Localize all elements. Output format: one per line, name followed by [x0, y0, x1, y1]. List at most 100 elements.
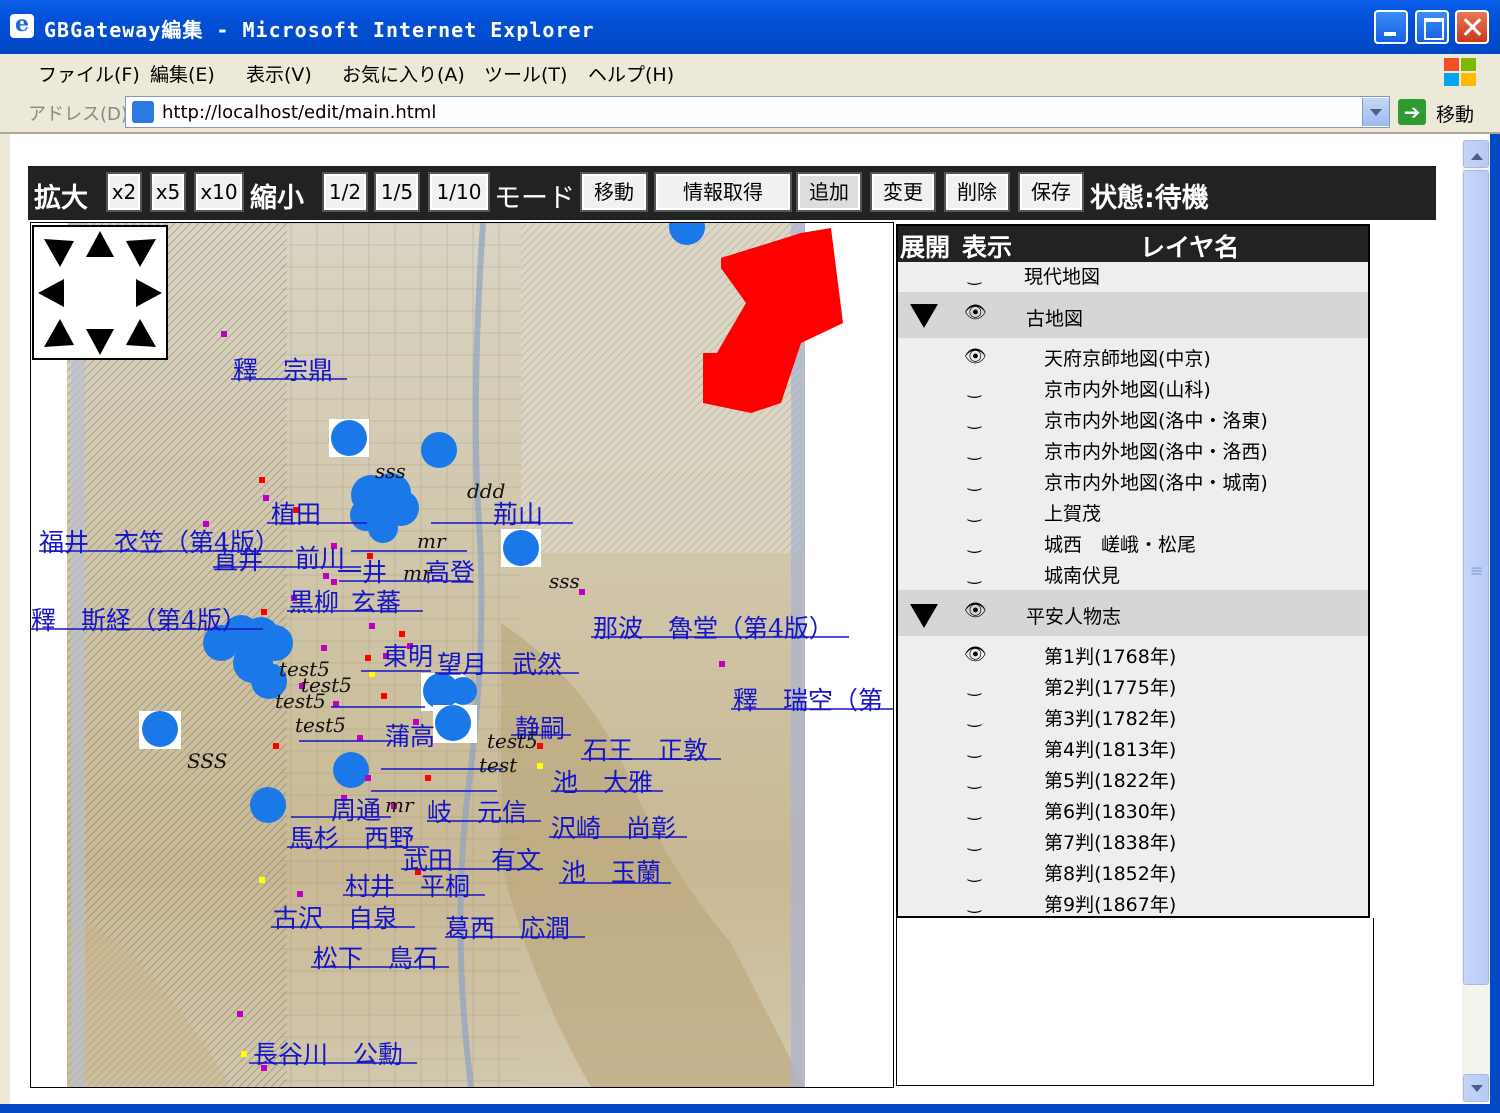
- menu-favorites[interactable]: お気に入り(A): [342, 60, 465, 87]
- layer-group-row[interactable]: 👁 古地図: [898, 292, 1368, 338]
- hidden-icon[interactable]: ‿: [968, 801, 981, 820]
- pan-up-right-button[interactable]: [126, 239, 156, 267]
- scroll-thumb[interactable]: [1463, 170, 1489, 985]
- layer-row[interactable]: ‿ 第8判(1852年): [898, 859, 1368, 887]
- pan-down-left-button[interactable]: [44, 319, 74, 347]
- mode-move-button[interactable]: 移動: [580, 172, 648, 212]
- hidden-icon[interactable]: ‿: [968, 863, 981, 882]
- hidden-icon[interactable]: ‿: [968, 266, 981, 285]
- hidden-icon[interactable]: ‿: [968, 503, 981, 522]
- col-expand-label: 展開: [900, 233, 951, 262]
- menu-help[interactable]: ヘルプ(H): [588, 60, 674, 87]
- layer-name: 上賀茂: [1044, 503, 1102, 525]
- layer-row[interactable]: ‿ 第9判(1867年): [898, 890, 1368, 916]
- map-annotation: sss: [549, 569, 580, 593]
- mode-info-button[interactable]: 情報取得: [654, 172, 792, 212]
- vertical-scrollbar[interactable]: [1462, 140, 1490, 1102]
- layer-name: 第5判(1822年): [1044, 770, 1177, 792]
- pan-up-button[interactable]: [86, 231, 114, 257]
- layer-name: 現代地図: [1024, 266, 1101, 288]
- scroll-up-button[interactable]: [1463, 140, 1489, 168]
- address-dropdown-button[interactable]: [1362, 98, 1389, 126]
- map-annotation: test5: [275, 689, 326, 713]
- zoom-tenth-button[interactable]: 1/10: [428, 172, 490, 212]
- mode-add-button[interactable]: 追加: [796, 172, 862, 212]
- pan-down-right-button[interactable]: [126, 319, 156, 347]
- hidden-icon[interactable]: ‿: [968, 770, 981, 789]
- windows-logo-icon: [1440, 54, 1480, 92]
- layer-row[interactable]: ‿ 城西 嵯峨・松尾: [898, 530, 1368, 558]
- collapse-triangle-icon[interactable]: [910, 304, 938, 328]
- hidden-icon[interactable]: ‿: [968, 677, 981, 696]
- collapse-triangle-icon[interactable]: [910, 604, 938, 628]
- menu-edit[interactable]: 編集(E): [150, 60, 215, 87]
- close-button[interactable]: [1455, 10, 1489, 44]
- hidden-icon[interactable]: ‿: [968, 708, 981, 727]
- layer-row[interactable]: ‿ 第6判(1830年): [898, 797, 1368, 825]
- layer-group-row[interactable]: 👁 平安人物志: [898, 590, 1368, 636]
- layer-row[interactable]: ‿ 第3判(1782年): [898, 704, 1368, 732]
- map-annotation: ddd: [467, 479, 506, 503]
- save-button[interactable]: 保存: [1018, 172, 1084, 212]
- layer-name: 京市内外地図(洛中・洛東): [1044, 410, 1268, 432]
- layer-name: 第1判(1768年): [1044, 646, 1177, 668]
- zoom-half-button[interactable]: 1/2: [322, 172, 368, 212]
- layer-row[interactable]: ‿ 京市内外地図(洛中・洛東): [898, 406, 1368, 434]
- layer-row[interactable]: 👁 天府京師地図(中京): [898, 344, 1368, 372]
- window-border-bottom: [0, 1104, 1500, 1113]
- layer-row[interactable]: ‿ 第2判(1775年): [898, 673, 1368, 701]
- address-url[interactable]: http://localhost/edit/main.html: [162, 102, 436, 123]
- mode-edit-button[interactable]: 変更: [870, 172, 936, 212]
- layer-row[interactable]: ‿ 第7判(1838年): [898, 828, 1368, 856]
- layer-name: 第4判(1813年): [1044, 739, 1177, 761]
- layer-row[interactable]: ‿ 京市内外地図(山科): [898, 375, 1368, 403]
- hidden-icon[interactable]: ‿: [968, 894, 981, 913]
- hidden-icon[interactable]: ‿: [968, 534, 981, 553]
- pan-up-left-button[interactable]: [44, 239, 74, 267]
- map-toolbar: 拡大 x2 x5 x10 縮小 1/2 1/5 1/10 モード 移動 情報取得…: [28, 166, 1436, 220]
- hidden-icon[interactable]: ‿: [968, 832, 981, 851]
- hidden-icon[interactable]: ‿: [968, 410, 981, 429]
- zoom-x5-button[interactable]: x5: [150, 172, 186, 212]
- map-annotation: test: [479, 753, 518, 777]
- menu-view[interactable]: 表示(V): [246, 60, 312, 87]
- layer-name: 城西 嵯峨・松尾: [1044, 534, 1197, 556]
- eye-icon[interactable]: 👁: [964, 302, 987, 323]
- layer-row[interactable]: ‿ 京市内外地図(洛中・洛西): [898, 437, 1368, 465]
- eye-icon[interactable]: 👁: [964, 346, 987, 367]
- eye-icon[interactable]: 👁: [964, 644, 987, 665]
- map-annotation: mr: [417, 529, 446, 553]
- menu-file[interactable]: ファイル(F): [38, 60, 140, 87]
- layer-row[interactable]: ‿ 第5判(1822年): [898, 766, 1368, 794]
- layer-name: 京市内外地図(山科): [1044, 379, 1211, 401]
- zoom-x10-button[interactable]: x10: [194, 172, 244, 212]
- go-button[interactable]: 移動: [1436, 100, 1474, 127]
- status-text: 状態:待機: [1090, 183, 1209, 214]
- layer-row[interactable]: 👁 第1判(1768年): [898, 642, 1368, 670]
- layer-row[interactable]: ‿ 第4判(1813年): [898, 735, 1368, 763]
- pan-left-button[interactable]: [38, 279, 64, 307]
- col-visible-label: 表示: [962, 233, 1013, 262]
- scroll-down-button[interactable]: [1463, 1074, 1489, 1102]
- map-annotation: test5: [295, 713, 346, 737]
- window-border-left: [0, 134, 10, 1113]
- zoom-x2-button[interactable]: x2: [106, 172, 142, 212]
- layer-row[interactable]: ‿ 上賀茂: [898, 499, 1368, 527]
- mode-delete-button[interactable]: 削除: [944, 172, 1010, 212]
- pan-right-button[interactable]: [136, 279, 162, 307]
- hidden-icon[interactable]: ‿: [968, 441, 981, 460]
- hidden-icon[interactable]: ‿: [968, 379, 981, 398]
- minimize-button[interactable]: [1374, 10, 1408, 44]
- pan-down-button[interactable]: [86, 329, 114, 355]
- hidden-icon[interactable]: ‿: [968, 739, 981, 758]
- go-arrow-icon[interactable]: ➔: [1398, 99, 1426, 125]
- zoom-fifth-button[interactable]: 1/5: [374, 172, 420, 212]
- eye-icon[interactable]: 👁: [964, 600, 987, 621]
- menu-tools[interactable]: ツール(T): [484, 60, 567, 87]
- layer-row[interactable]: ‿ 城南伏見: [898, 561, 1368, 589]
- maximize-button[interactable]: [1415, 10, 1449, 44]
- layer-row[interactable]: ‿ 京市内外地図(洛中・城南): [898, 468, 1368, 496]
- hidden-icon[interactable]: ‿: [968, 565, 981, 584]
- layer-row[interactable]: ‿ 現代地図: [898, 262, 1368, 290]
- hidden-icon[interactable]: ‿: [968, 472, 981, 491]
